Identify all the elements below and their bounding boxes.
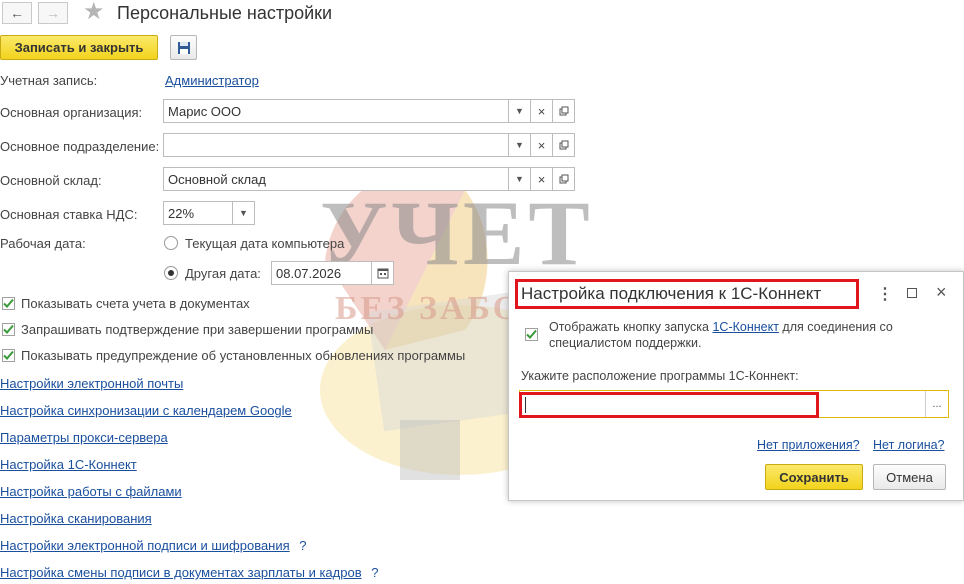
open-icon[interactable] [553,133,575,157]
checkbox-confirm-exit[interactable]: Запрашивать подтверждение при завершении… [2,322,373,337]
checkbox-box[interactable] [2,349,15,362]
other-date-input[interactable]: 08.07.2026 [271,261,372,285]
save-and-close-button[interactable]: Записать и закрыть [0,35,158,60]
chevron-down-icon[interactable]: ▼ [233,201,255,225]
clear-icon[interactable]: × [531,99,553,123]
workdate-label: Рабочая дата: [0,236,86,251]
org-field[interactable]: Марис ООО ▼ × [163,99,575,123]
connect-link[interactable]: 1С-Коннект [712,320,778,334]
arrow-left-icon: ← [10,5,24,21]
link-google-calendar[interactable]: Настройка синхронизации с календарем Goo… [0,403,292,418]
chevron-down-icon[interactable]: ▼ [509,99,531,123]
show-connect-button-checkbox[interactable] [525,328,538,341]
link-1c-connect[interactable]: Настройка 1С-Коннект [0,457,137,472]
checkmark-icon [3,350,14,360]
path-label: Укажите расположение программы 1С-Коннек… [521,369,799,383]
no-app-link[interactable]: Нет приложения? [757,438,860,452]
link-row-payroll-signature: Настройка смены подписи в документах зар… [0,565,378,580]
vat-input[interactable]: 22% [163,201,233,225]
org-label: Основная организация: [0,105,143,120]
dept-input[interactable] [163,133,509,157]
calendar-icon[interactable] [372,261,394,285]
link-scanning[interactable]: Настройка сканирования [0,511,152,526]
save-button[interactable] [170,35,197,60]
show-connect-button-label: Отображать кнопку запуска 1С-Коннект для… [549,320,893,350]
text-cursor [525,397,526,413]
help-icon[interactable]: ? [299,538,306,553]
dept-field[interactable]: ▼ × [163,133,575,157]
arrow-right-icon: → [46,5,60,21]
close-icon[interactable]: × [936,282,947,303]
link-row-signature: Настройки электронной подписи и шифрован… [0,538,307,553]
radio-other-date-label[interactable]: Другая дата: [185,266,261,281]
link-email-settings[interactable]: Настройки электронной почты [0,376,183,391]
warehouse-input[interactable]: Основной склад [163,167,509,191]
warehouse-field[interactable]: Основной склад ▼ × [163,167,575,191]
back-button[interactable]: ← [2,2,32,24]
chevron-down-icon[interactable]: ▼ [509,167,531,191]
maximize-icon[interactable] [907,288,917,298]
clear-icon[interactable]: × [531,167,553,191]
chevron-down-icon[interactable]: ▼ [509,133,531,157]
link-digital-signature[interactable]: Настройки электронной подписи и шифрован… [0,538,290,553]
checkbox-label: Показывать предупреждение об установленн… [21,348,466,363]
other-date-field[interactable]: 08.07.2026 [271,261,394,285]
checkmark-icon [3,298,14,308]
radio-computer-date[interactable] [164,236,178,250]
path-input-highlight [519,392,819,418]
checkbox-update-warning[interactable]: Показывать предупреждение об установленн… [2,348,465,363]
radio-computer-date-label[interactable]: Текущая дата компьютера [185,236,344,251]
checkbox-label: Запрашивать подтверждение при завершении… [21,322,374,337]
checkmark-icon [3,324,14,334]
clear-icon[interactable]: × [531,133,553,157]
more-vertical-icon[interactable]: ⋮ [877,284,893,304]
dialog-title: Настройка подключения к 1С-Коннект [521,284,822,303]
checkbox-show-accounts[interactable]: Показывать счета учета в документах [2,296,250,311]
dialog-cancel-button[interactable]: Отмена [873,464,946,490]
star-icon[interactable]: ★ [83,0,105,24]
account-label: Учетная запись: [0,73,98,88]
checkbox-box[interactable] [2,297,15,310]
browse-button[interactable]: ... [925,391,948,417]
checkbox-box[interactable] [2,323,15,336]
org-input[interactable]: Марис ООО [163,99,509,123]
open-icon[interactable] [553,99,575,123]
radio-other-date[interactable] [164,266,178,280]
help-icon[interactable]: ? [371,565,378,580]
link-files[interactable]: Настройка работы с файлами [0,484,182,499]
dept-label: Основное подразделение: [0,139,160,154]
checkmark-icon [526,329,537,339]
vat-field[interactable]: 22% ▼ [163,201,255,225]
link-proxy-settings[interactable]: Параметры прокси-сервера [0,430,168,445]
account-link[interactable]: Администратор [165,73,259,88]
connect-settings-dialog: Настройка подключения к 1С-Коннект ⋮ × О… [508,271,964,501]
page-title: Персональные настройки [117,3,333,23]
dialog-save-button[interactable]: Сохранить [765,464,863,490]
warehouse-label: Основной склад: [0,173,102,188]
checkbox-label: Показывать счета учета в документах [21,296,250,311]
open-icon[interactable] [553,167,575,191]
floppy-disk-icon [177,41,190,54]
vat-label: Основная ставка НДС: [0,207,138,222]
forward-button[interactable]: → [38,2,68,24]
no-login-link[interactable]: Нет логина? [873,438,945,452]
link-payroll-signature[interactable]: Настройка смены подписи в документах зар… [0,565,362,580]
